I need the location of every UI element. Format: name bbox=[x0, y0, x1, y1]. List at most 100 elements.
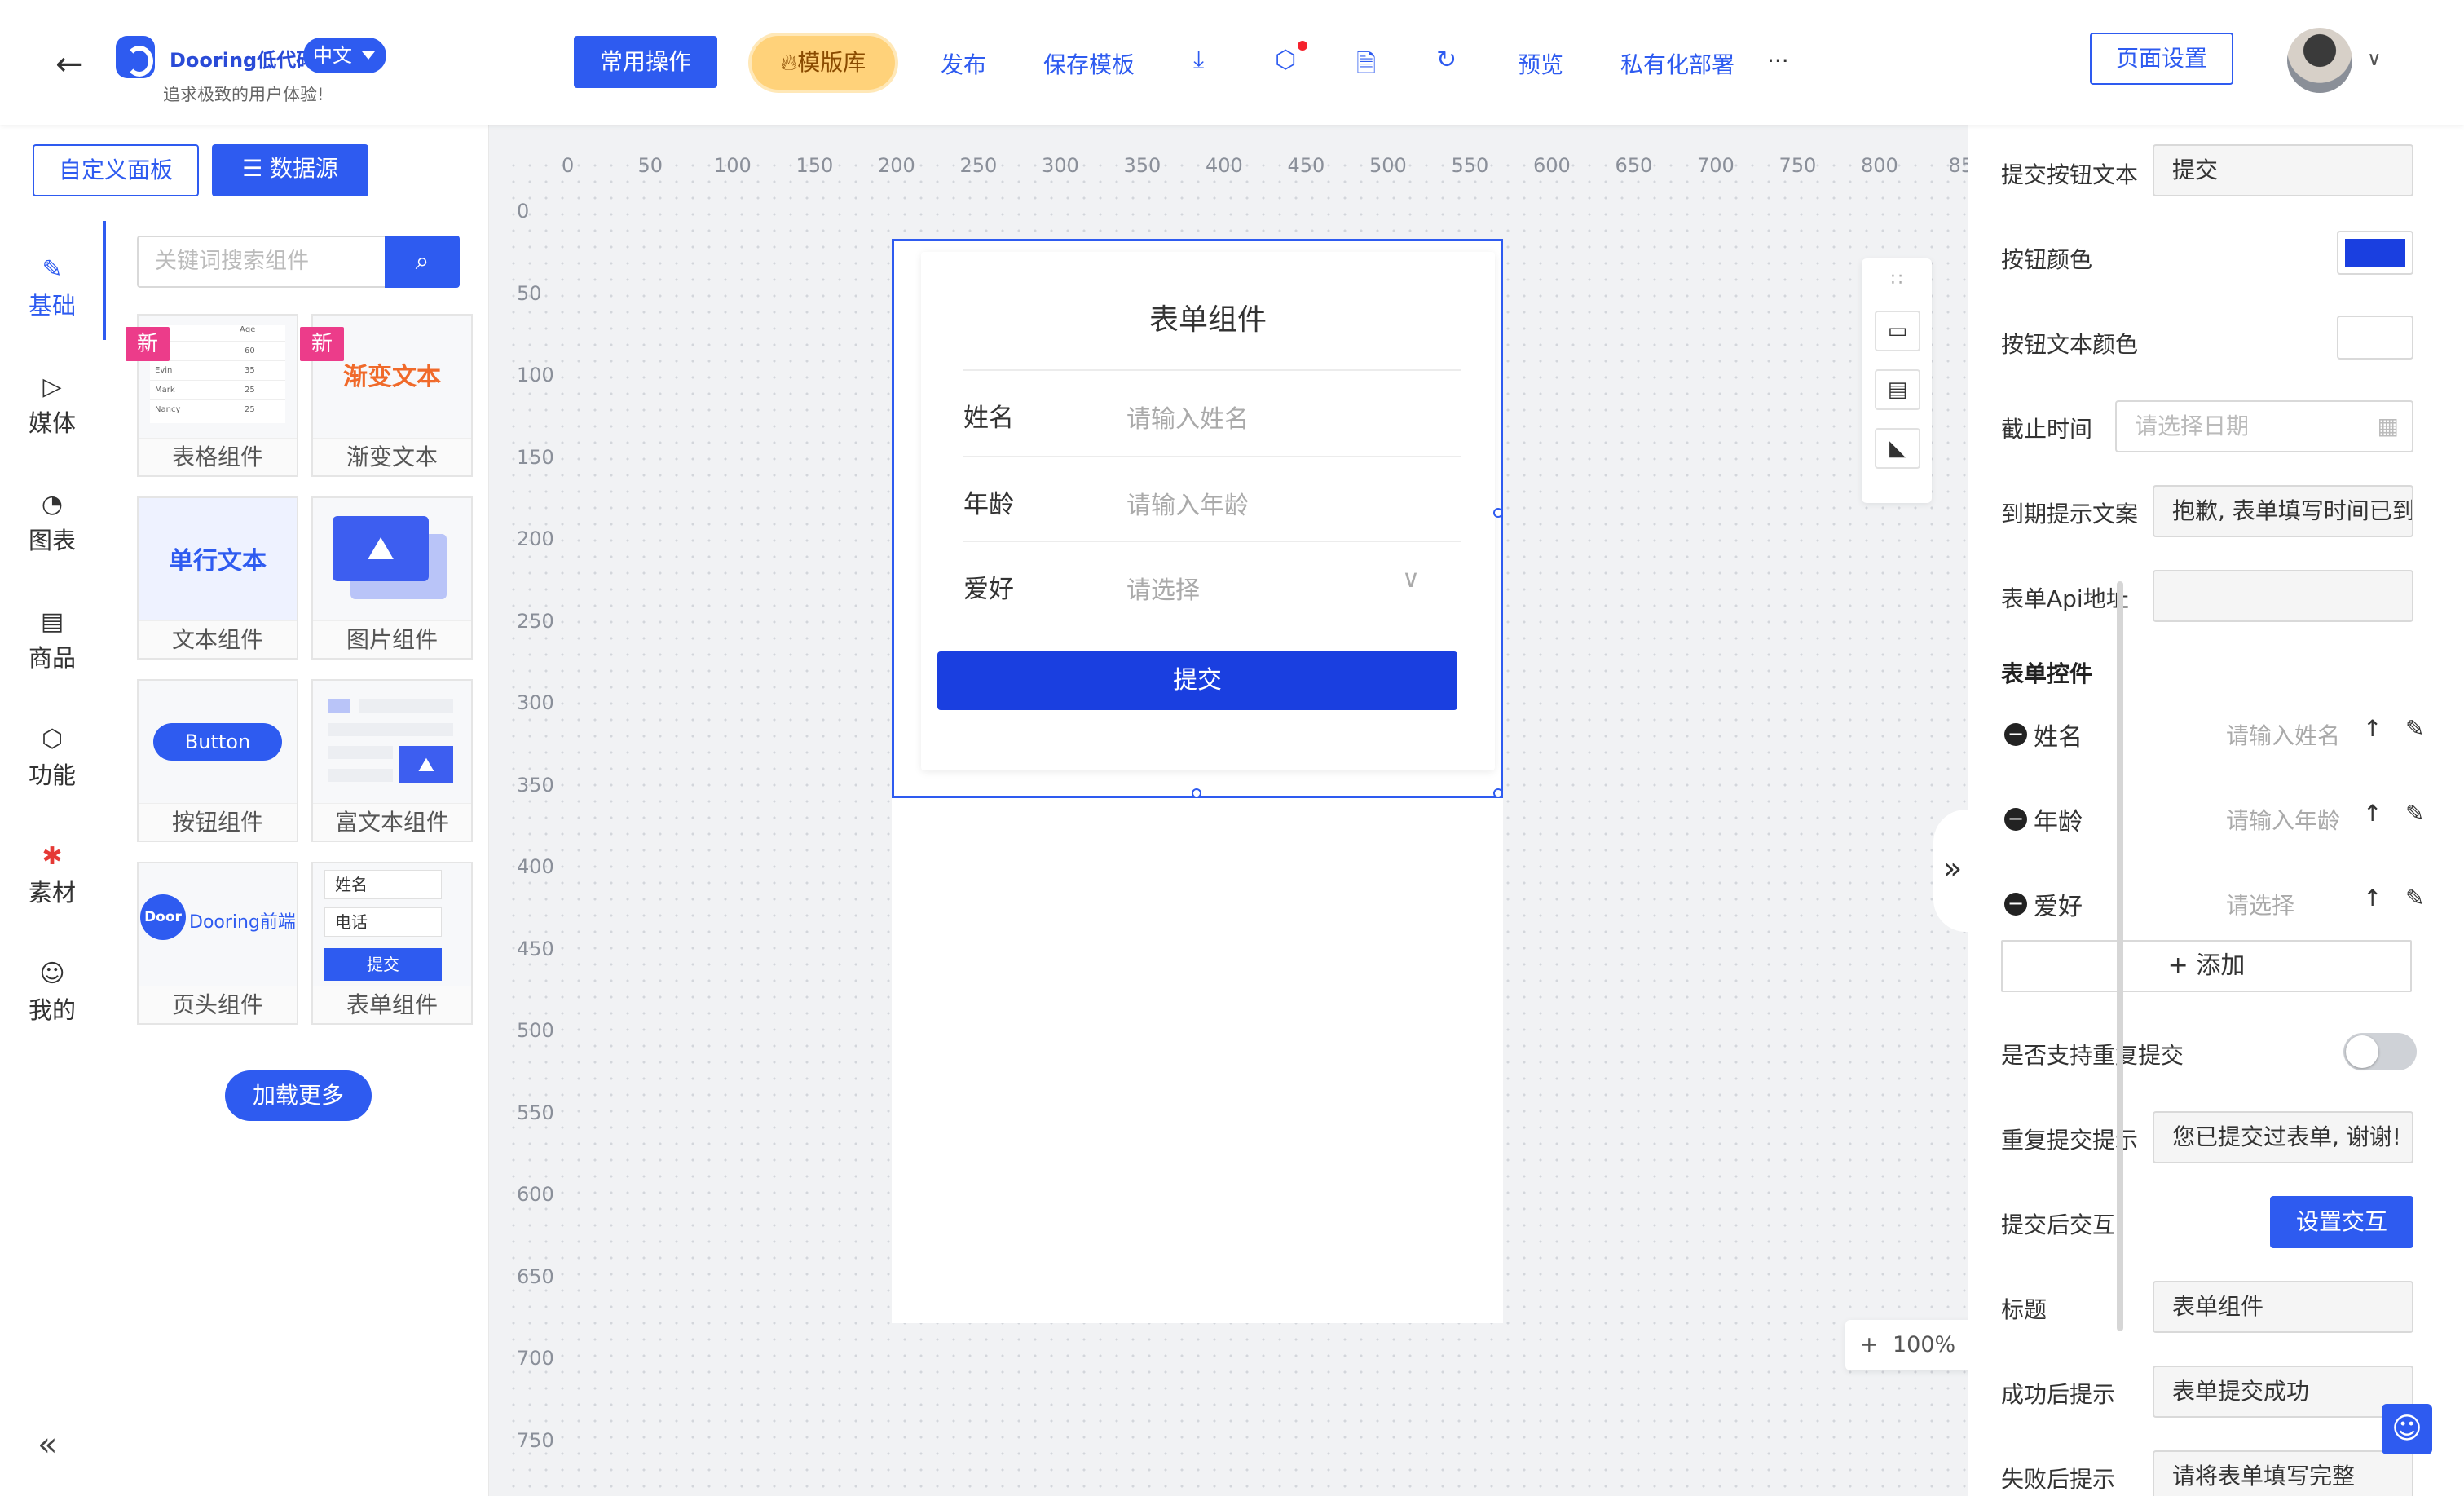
language-select[interactable]: 中文 bbox=[303, 38, 386, 73]
component-card-text[interactable]: 单行文本 文本组件 bbox=[137, 496, 298, 660]
cube-icon[interactable]: ⬡ bbox=[1275, 46, 1296, 74]
api-address-input[interactable] bbox=[2153, 570, 2413, 622]
remove-icon[interactable]: − bbox=[2004, 723, 2027, 746]
image-icon: ⛰︎ bbox=[333, 516, 429, 581]
drag-handle-icon[interactable]: ∷ bbox=[1862, 270, 1932, 290]
chevron-down-icon[interactable]: ∨ bbox=[2367, 47, 2382, 70]
editor-canvas[interactable]: 0 50 100 150 200 250 300 350 400 450 500 550 600 650 7… bbox=[489, 125, 1968, 1496]
button-text-color-label: 按钮文本颜色 bbox=[2001, 331, 2139, 358]
repeat-submit-toggle[interactable] bbox=[2343, 1033, 2417, 1070]
repeat-tip-input[interactable]: 您已提交过表单, 谢谢! bbox=[2153, 1111, 2413, 1163]
top-toolbar: ← Dooring低代码 中文 追求极致的用户体验! 常用操作 🔥︎模版库 发布… bbox=[0, 0, 2464, 125]
layout-icon[interactable]: ▤ bbox=[1875, 369, 1920, 410]
more-icon[interactable]: ··· bbox=[1767, 47, 1789, 74]
success-tip-input[interactable]: 表单提交成功 bbox=[2153, 1366, 2413, 1418]
ruler-tick-y: 150 bbox=[517, 445, 554, 469]
file-icon[interactable]: 🗎︎ bbox=[1356, 46, 1376, 87]
move-up-icon[interactable]: ↑ bbox=[2363, 715, 2382, 742]
category-media[interactable]: ▷ 媒体 bbox=[0, 373, 104, 439]
custom-panel-tab[interactable]: 自定义面板 bbox=[33, 144, 199, 196]
edit-icon[interactable]: ✎ bbox=[2405, 885, 2424, 911]
resize-handle[interactable] bbox=[1493, 508, 1503, 518]
line bbox=[328, 769, 393, 782]
fail-tip-input[interactable]: 请将表单填写完整 bbox=[2153, 1450, 2413, 1496]
download-icon[interactable]: ⤓ bbox=[1193, 46, 1204, 74]
expire-tip-input[interactable]: 抱歉, 表单填写时间已到 bbox=[2153, 485, 2413, 537]
edit-icon[interactable]: ✎ bbox=[2405, 800, 2424, 827]
set-interaction-button[interactable]: 设置交互 bbox=[2270, 1196, 2413, 1248]
preview-link[interactable]: 预览 bbox=[1518, 47, 1563, 80]
category-basic[interactable]: ✎ 基础 bbox=[0, 255, 104, 321]
control-item: − 年龄 请输入年龄 ↑ ✎ bbox=[2001, 797, 2425, 845]
ruler-tick-y: 0 bbox=[517, 200, 530, 223]
paint-bucket-icon[interactable]: ◣ bbox=[1875, 428, 1920, 469]
component-card-button[interactable]: Button 按钮组件 bbox=[137, 679, 298, 842]
common-ops-button[interactable]: 常用操作 bbox=[574, 36, 717, 88]
ruler-tick-x: 0 bbox=[562, 154, 575, 177]
cell: 60 bbox=[245, 346, 255, 355]
add-control-button[interactable]: + 添加 bbox=[2001, 940, 2412, 992]
cell: 35 bbox=[245, 366, 255, 375]
search-icon[interactable]: ⌕ bbox=[385, 236, 460, 288]
zoom-in-button[interactable]: + bbox=[1860, 1320, 1879, 1370]
remove-icon[interactable]: − bbox=[2004, 893, 2027, 916]
category-label: 媒体 bbox=[28, 409, 76, 437]
private-deploy-link[interactable]: 私有化部署 bbox=[1620, 47, 1734, 80]
ruler-tick-y: 300 bbox=[517, 691, 554, 714]
category-label: 基础 bbox=[28, 292, 76, 320]
help-icon[interactable]: ☺ bbox=[2382, 1404, 2432, 1454]
component-card-page-header[interactable]: Door Dooring前端 页头组件 bbox=[137, 862, 298, 1025]
ruler-tick-y: 50 bbox=[517, 281, 542, 305]
deadline-date-picker[interactable]: 请选择日期 ▦ bbox=[2115, 400, 2413, 452]
edit-icon[interactable]: ✎ bbox=[2405, 715, 2424, 742]
category-shop[interactable]: ▤ 商品 bbox=[0, 607, 104, 673]
expand-panel-icon[interactable]: » bbox=[1933, 810, 1968, 932]
deadline-label: 截止时间 bbox=[2001, 416, 2093, 443]
form-controls-title: 表单控件 bbox=[2001, 660, 2093, 687]
remove-icon[interactable]: − bbox=[2004, 808, 2027, 831]
avatar[interactable] bbox=[2287, 28, 2352, 93]
component-panel: 自定义面板 ☰ 数据源 ✎ 基础 ▷ 媒体 ◔ 图表 ▤ 商品 ⬡ 功能 ✱ 素材 ☺ 我的 … bbox=[0, 125, 489, 1496]
ruler-tick-x: 450 bbox=[1287, 154, 1325, 177]
data-source-tab[interactable]: ☰ 数据源 bbox=[212, 144, 368, 196]
line bbox=[328, 723, 453, 736]
scrollbar[interactable] bbox=[2117, 581, 2123, 1331]
publish-link[interactable]: 发布 bbox=[941, 47, 986, 80]
component-card-table[interactable]: Age 60 Evin 35 Mark 25 Nancy 25 新 表格组件 bbox=[126, 314, 298, 477]
template-library-button[interactable]: 🔥︎模版库 bbox=[752, 36, 895, 90]
component-card-image[interactable]: ⛰︎ 图片组件 bbox=[311, 496, 473, 660]
resize-handle[interactable] bbox=[1192, 788, 1201, 798]
component-card-rich-text[interactable]: ⛰︎ 富文本组件 bbox=[311, 679, 473, 842]
collapse-panel-icon[interactable]: « bbox=[37, 1426, 57, 1463]
component-search-input[interactable]: 关键词搜索组件 bbox=[137, 236, 386, 288]
back-arrow-icon[interactable]: ← bbox=[55, 46, 83, 83]
component-card-form[interactable]: 姓名 电话 提交 表单组件 bbox=[311, 862, 473, 1025]
submit-text-input[interactable]: 提交 bbox=[2153, 144, 2413, 196]
ruler-tick-x: 650 bbox=[1615, 154, 1653, 177]
refresh-icon[interactable]: ↻ bbox=[1436, 46, 1457, 74]
desktop-icon[interactable]: ▭ bbox=[1875, 311, 1920, 351]
title-input[interactable]: 表单组件 bbox=[2153, 1281, 2413, 1333]
category-label: 商品 bbox=[28, 644, 76, 672]
data-source-label: 数据源 bbox=[270, 155, 339, 182]
move-up-icon[interactable]: ↑ bbox=[2363, 885, 2382, 911]
ruler-tick-x: 85 bbox=[1948, 154, 1969, 177]
load-more-button[interactable]: 加载更多 bbox=[225, 1070, 372, 1121]
category-mine[interactable]: ☺ 我的 bbox=[0, 960, 104, 1026]
component-card-gradient-text[interactable]: 渐变文本 新 渐变文本 bbox=[300, 314, 473, 477]
caret-down-icon bbox=[362, 51, 375, 66]
ruler-tick-x: 50 bbox=[637, 154, 663, 177]
category-function[interactable]: ⬡ 功能 bbox=[0, 725, 104, 791]
save-template-link[interactable]: 保存模板 bbox=[1043, 47, 1135, 80]
page-settings-button[interactable]: 页面设置 bbox=[2090, 33, 2233, 85]
mini-table-row: Mark 25 bbox=[150, 381, 285, 400]
resize-handle[interactable] bbox=[1493, 788, 1503, 798]
category-material[interactable]: ✱ 素材 bbox=[0, 842, 104, 908]
ruler-tick-y: 650 bbox=[517, 1264, 554, 1288]
control-item: − 爱好 请选择 ↑ ✎ bbox=[2001, 881, 2425, 930]
mini-table-row: 60 bbox=[150, 342, 285, 361]
button-text-color-picker[interactable] bbox=[2337, 316, 2413, 360]
button-color-picker[interactable] bbox=[2337, 231, 2413, 275]
category-chart[interactable]: ◔ 图表 bbox=[0, 490, 104, 556]
move-up-icon[interactable]: ↑ bbox=[2363, 800, 2382, 827]
